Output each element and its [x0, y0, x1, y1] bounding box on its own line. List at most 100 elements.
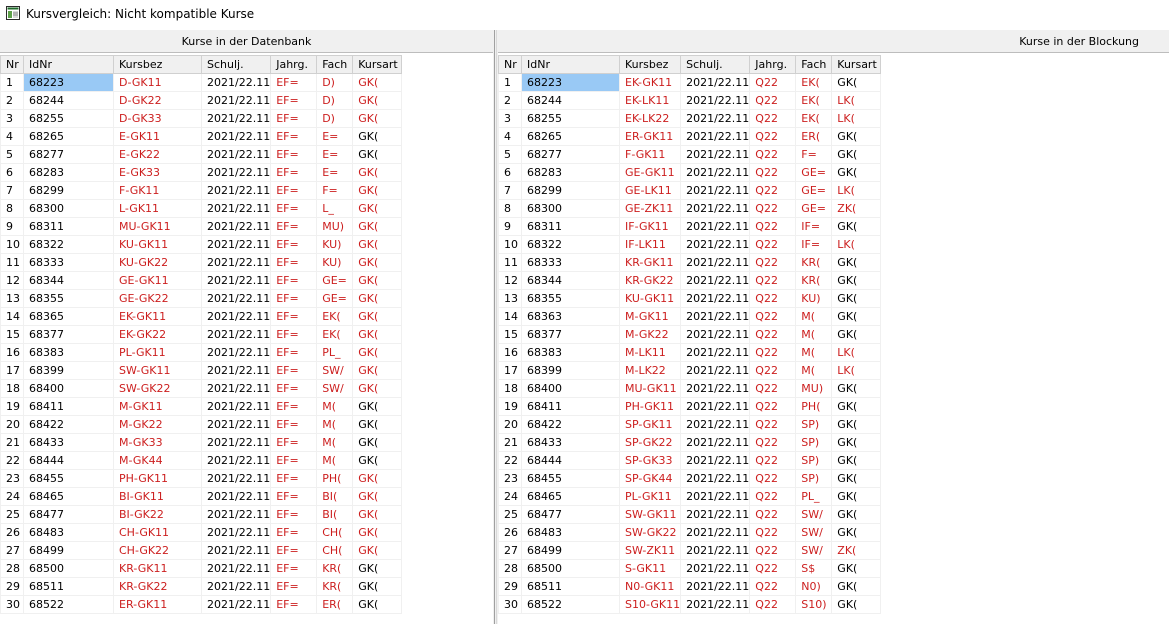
cell-nr[interactable]: 3 [498, 109, 522, 128]
cell-idnr[interactable]: 68455 [521, 469, 620, 488]
table-row[interactable]: 5 68277 F-GK11 2021/22.11 Q22 F= GK( [498, 145, 882, 164]
cell-nr[interactable]: 12 [0, 271, 24, 290]
cell-nr[interactable]: 15 [0, 325, 24, 344]
table-row[interactable]: 26 68483 CH-GK11 2021/22.11 EF= CH(GK( [0, 523, 403, 542]
table-row[interactable]: 12 68344 KR-GK22 2021/22.11 Q22 KR(GK( [498, 271, 882, 290]
cell-nr[interactable]: 6 [0, 163, 24, 182]
cell-idnr[interactable]: 68383 [23, 343, 114, 362]
cell-idnr[interactable]: 68311 [23, 217, 114, 236]
cell-schulj[interactable]: 2021/22.11 [200, 343, 272, 362]
cell-nr[interactable]: 23 [498, 469, 522, 488]
cell-nr[interactable]: 12 [498, 271, 522, 290]
cell-fach[interactable]: GE= [795, 181, 833, 200]
cell-nr[interactable]: 15 [498, 325, 522, 344]
cell-idnr[interactable]: 68223 [521, 73, 620, 92]
cell-nr[interactable]: 28 [0, 559, 24, 578]
cell-kursbez[interactable]: BI-GK22 [113, 505, 202, 524]
table-row[interactable]: 1 68223 D-GK11 2021/22.11 EF= D) GK( [0, 73, 403, 92]
cell-kursart[interactable]: GK( [831, 577, 882, 596]
cell-nr[interactable]: 29 [498, 577, 522, 596]
cell-idnr[interactable]: 68363 [521, 307, 620, 326]
cell-kursbez[interactable]: KU-GK11 [618, 289, 682, 308]
cell-idnr[interactable]: 68477 [23, 505, 114, 524]
cell-kursart[interactable]: GK( [831, 217, 882, 236]
cell-schulj[interactable]: 2021/22.11 [680, 487, 751, 506]
cell-schulj[interactable]: 2021/22.11 [200, 235, 272, 254]
database-courses-table[interactable]: Nr IdNr Kursbez Schulj. Jahrg. Fach Kursart 16… [0, 55, 403, 614]
cell-schulj[interactable]: 2021/22.11 [200, 307, 272, 326]
cell-idnr[interactable]: 68311 [521, 217, 620, 236]
cell-fach[interactable]: M( [316, 433, 354, 452]
table-row[interactable]: 10 68322 IF-LK11 2021/22.11 Q22 IF= LK( [498, 235, 882, 254]
table-row[interactable]: 23 68455 PH-GK11 2021/22.11 EF= PH(GK( [0, 469, 403, 488]
column-header-schulj[interactable]: Schulj. [200, 55, 272, 74]
cell-fach[interactable]: E= [316, 145, 354, 164]
cell-kursart[interactable]: GK( [831, 73, 882, 92]
cell-idnr[interactable]: 68483 [23, 523, 114, 542]
cell-kursbez[interactable]: CH-GK11 [113, 523, 202, 542]
cell-jahrg[interactable]: Q22 [749, 469, 797, 488]
cell-fach[interactable]: ER( [316, 595, 354, 614]
cell-idnr[interactable]: 68444 [23, 451, 114, 470]
cell-jahrg[interactable]: Q22 [749, 415, 797, 434]
cell-idnr[interactable]: 68499 [521, 541, 620, 560]
cell-jahrg[interactable]: EF= [270, 109, 318, 128]
cell-schulj[interactable]: 2021/22.11 [680, 379, 751, 398]
cell-jahrg[interactable]: EF= [270, 325, 318, 344]
cell-kursart[interactable]: GK( [831, 163, 882, 182]
cell-nr[interactable]: 21 [0, 433, 24, 452]
cell-kursart[interactable]: GK( [352, 163, 403, 182]
cell-kursbez[interactable]: PH-GK11 [618, 397, 682, 416]
cell-schulj[interactable]: 2021/22.11 [680, 433, 751, 452]
cell-jahrg[interactable]: Q22 [749, 253, 797, 272]
table-row[interactable]: 15 68377 M-GK22 2021/22.11 Q22 M(GK( [498, 325, 882, 344]
table-row[interactable]: 2 68244 D-GK22 2021/22.11 EF= D) GK( [0, 91, 403, 110]
cell-kursbez[interactable]: SW-GK22 [618, 523, 682, 542]
cell-fach[interactable]: F= [795, 145, 833, 164]
cell-kursart[interactable]: GK( [831, 469, 882, 488]
cell-kursbez[interactable]: KR-GK11 [618, 253, 682, 272]
cell-idnr[interactable]: 68399 [23, 361, 114, 380]
cell-idnr[interactable]: 68277 [521, 145, 620, 164]
table-row[interactable]: 6 68283 GE-GK11 2021/22.11 Q22 GE= GK( [498, 163, 882, 182]
cell-kursbez[interactable]: SW-GK22 [113, 379, 202, 398]
cell-jahrg[interactable]: EF= [270, 343, 318, 362]
cell-fach[interactable]: SP) [795, 469, 833, 488]
cell-nr[interactable]: 11 [0, 253, 24, 272]
cell-jahrg[interactable]: EF= [270, 559, 318, 578]
cell-schulj[interactable]: 2021/22.11 [680, 469, 751, 488]
cell-schulj[interactable]: 2021/22.11 [200, 217, 272, 236]
cell-kursbez[interactable]: SW-GK11 [618, 505, 682, 524]
cell-idnr[interactable]: 68344 [521, 271, 620, 290]
cell-jahrg[interactable]: EF= [270, 235, 318, 254]
cell-schulj[interactable]: 2021/22.11 [200, 487, 272, 506]
cell-kursbez[interactable]: KR-GK22 [618, 271, 682, 290]
cell-kursbez[interactable]: SW-GK11 [113, 361, 202, 380]
cell-kursbez[interactable]: F-GK11 [113, 181, 202, 200]
column-header-jahrg[interactable]: Jahrg. [270, 55, 318, 74]
cell-kursbez[interactable]: E-GK22 [113, 145, 202, 164]
cell-kursart[interactable]: GK( [352, 451, 403, 470]
cell-kursart[interactable]: GK( [352, 559, 403, 578]
cell-jahrg[interactable]: EF= [270, 469, 318, 488]
cell-idnr[interactable]: 68511 [23, 577, 114, 596]
cell-nr[interactable]: 7 [498, 181, 522, 200]
cell-idnr[interactable]: 68244 [521, 91, 620, 110]
cell-fach[interactable]: E= [316, 127, 354, 146]
cell-jahrg[interactable]: Q22 [749, 361, 797, 380]
column-header-nr[interactable]: Nr [0, 55, 24, 74]
cell-kursbez[interactable]: PL-GK11 [618, 487, 682, 506]
cell-fach[interactable]: CH( [316, 541, 354, 560]
cell-schulj[interactable]: 2021/22.11 [680, 307, 751, 326]
cell-jahrg[interactable]: EF= [270, 127, 318, 146]
cell-idnr[interactable]: 68500 [521, 559, 620, 578]
cell-fach[interactable]: M( [795, 361, 833, 380]
cell-idnr[interactable]: 68355 [521, 289, 620, 308]
cell-kursbez[interactable]: GE-ZK11 [618, 199, 682, 218]
cell-jahrg[interactable]: Q22 [749, 289, 797, 308]
cell-idnr[interactable]: 68299 [521, 181, 620, 200]
table-row[interactable]: 9 68311 IF-GK11 2021/22.11 Q22 IF= GK( [498, 217, 882, 236]
cell-schulj[interactable]: 2021/22.11 [200, 595, 272, 614]
cell-schulj[interactable]: 2021/22.11 [200, 433, 272, 452]
cell-schulj[interactable]: 2021/22.11 [200, 199, 272, 218]
